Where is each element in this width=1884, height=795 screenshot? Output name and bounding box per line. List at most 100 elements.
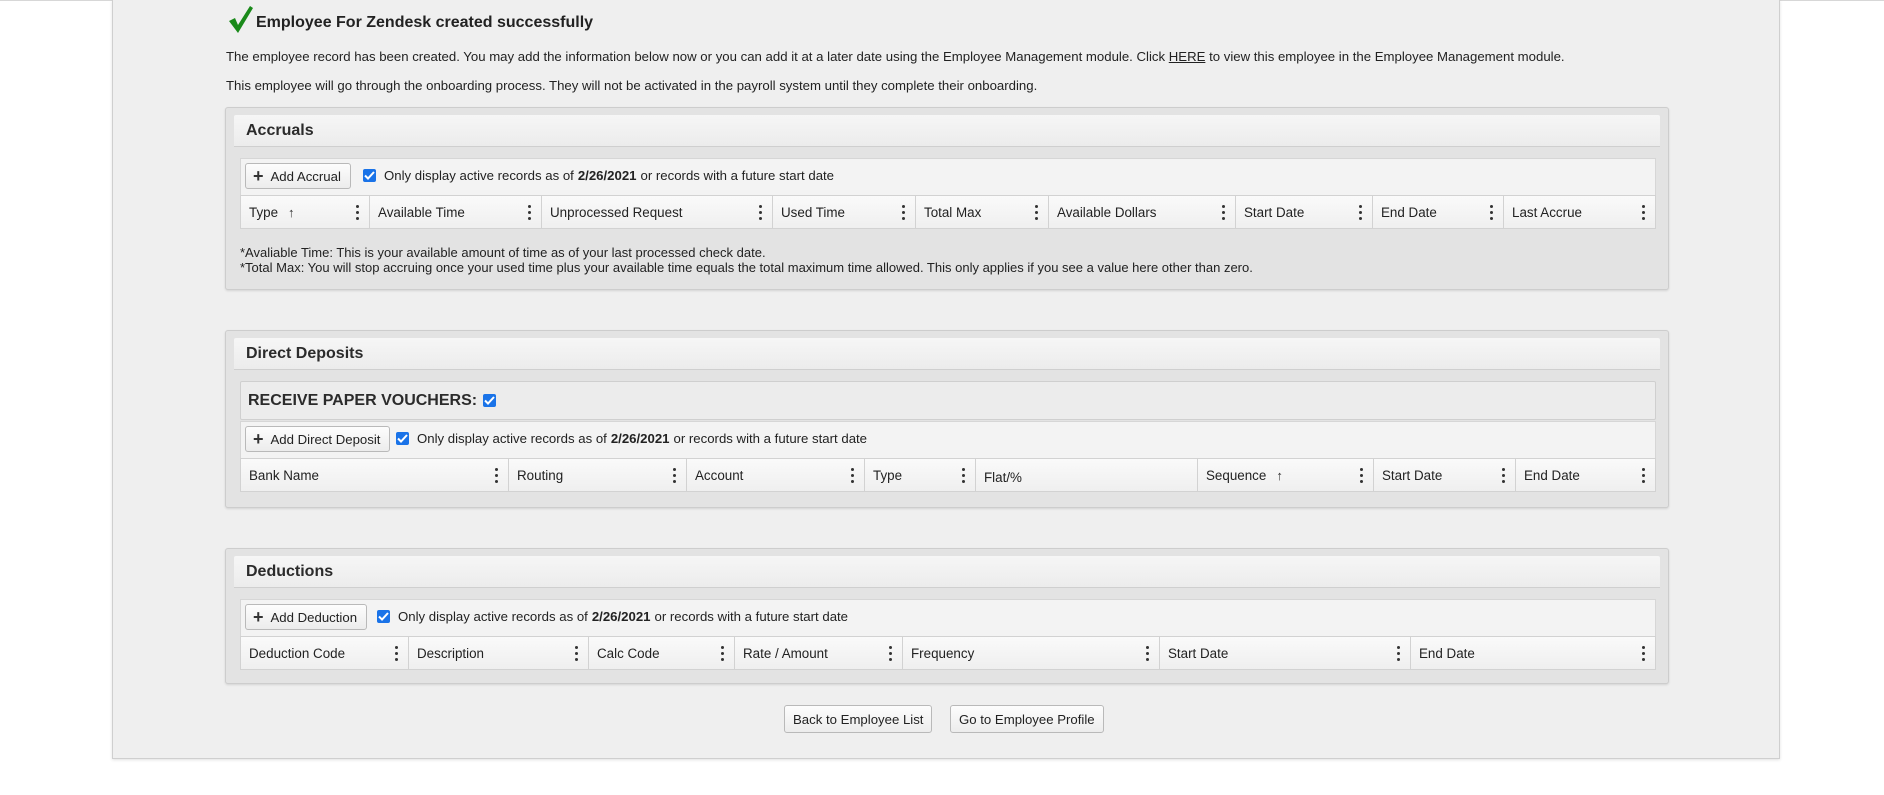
available-time-note: *Avaliable Time: This is your available …	[240, 245, 766, 260]
back-to-employee-list-button[interactable]: Back to Employee List	[784, 705, 933, 733]
column-header-available-time[interactable]: Available Time	[370, 196, 542, 228]
accruals-toolbar: + Add Accrual Only display active record…	[240, 158, 1656, 196]
go-to-employee-profile-button[interactable]: Go to Employee Profile	[950, 705, 1104, 733]
deductions-toolbar: + Add Deduction Only display active reco…	[240, 599, 1656, 637]
checkmark-icon	[229, 6, 253, 33]
kebab-menu-icon[interactable]	[673, 468, 677, 483]
accruals-section: Accruals + Add Accrual Only display acti…	[225, 107, 1669, 290]
column-header-type[interactable]: Type	[865, 459, 976, 491]
add-deduction-button[interactable]: + Add Deduction	[245, 604, 368, 630]
filter-suffix: or records with a future start date	[673, 431, 868, 446]
sort-ascending-icon: ↑	[1276, 467, 1283, 483]
here-link[interactable]: HERE	[1169, 49, 1206, 64]
plus-icon: +	[253, 429, 264, 449]
deductions-title: Deductions	[246, 563, 334, 580]
filter-prefix: Only display active records as of	[398, 609, 588, 624]
column-header-end-date[interactable]: End Date	[1411, 637, 1655, 669]
direct-deposits-section: Direct Deposits RECEIVE PAPER VOUCHERS: …	[225, 330, 1669, 508]
add-accrual-button[interactable]: + Add Accrual	[245, 163, 351, 189]
total-max-note: *Total Max: You will stop accruing once …	[240, 260, 1253, 275]
kebab-menu-icon[interactable]	[889, 646, 893, 661]
column-header-deduction-code[interactable]: Deduction Code	[241, 637, 409, 669]
column-header-calc-code[interactable]: Calc Code	[589, 637, 735, 669]
onboarding-info-text: This employee will go through the onboar…	[226, 78, 1038, 93]
accruals-title: Accruals	[246, 122, 314, 139]
paper-vouchers-label: RECEIVE PAPER VOUCHERS:	[248, 391, 478, 409]
success-message: Employee For Zendesk created successfull…	[226, 4, 593, 34]
add-deduction-label: Add Deduction	[270, 609, 358, 625]
filter-prefix: Only display active records as of	[384, 168, 574, 183]
sort-ascending-icon: ↑	[288, 204, 295, 220]
column-header-account[interactable]: Account	[687, 459, 865, 491]
created-info-suffix: to view this employee in the Employee Ma…	[1209, 49, 1565, 64]
column-header-used-time[interactable]: Used Time	[773, 196, 916, 228]
kebab-menu-icon[interactable]	[1502, 468, 1506, 483]
column-header-rate-amount[interactable]: Rate / Amount	[735, 637, 903, 669]
kebab-menu-icon[interactable]	[1397, 646, 1401, 661]
column-header-frequency[interactable]: Frequency	[903, 637, 1160, 669]
kebab-menu-icon[interactable]	[356, 205, 360, 220]
deductions-active-filter: Only display active records as of 2/26/2…	[377, 609, 848, 624]
filter-prefix: Only display active records as of	[417, 431, 607, 446]
direct-deposits-active-filter: Only display active records as of 2/26/2…	[396, 431, 867, 446]
kebab-menu-icon[interactable]	[395, 646, 399, 661]
filter-date: 2/26/2021	[591, 609, 651, 624]
direct-deposits-active-checkbox[interactable]	[396, 432, 409, 445]
kebab-menu-icon[interactable]	[575, 646, 579, 661]
filter-suffix: or records with a future start date	[640, 168, 835, 183]
column-header-routing[interactable]: Routing	[509, 459, 687, 491]
accruals-active-checkbox[interactable]	[363, 169, 376, 182]
add-direct-deposit-label: Add Direct Deposit	[270, 431, 381, 447]
created-info-prefix: The employee record has been created. Yo…	[226, 49, 1166, 64]
kebab-menu-icon[interactable]	[902, 205, 906, 220]
direct-deposits-toolbar: + Add Direct Deposit Only display active…	[240, 421, 1656, 459]
kebab-menu-icon[interactable]	[1222, 205, 1226, 220]
column-header-end-date[interactable]: End Date	[1373, 196, 1504, 228]
column-header-end-date[interactable]: End Date	[1516, 459, 1655, 491]
accruals-active-filter: Only display active records as of 2/26/2…	[363, 168, 834, 183]
column-header-start-date[interactable]: Start Date	[1236, 196, 1373, 228]
deductions-section: Deductions + Add Deduction Only display …	[225, 548, 1669, 684]
accruals-header: Accruals	[234, 115, 1660, 147]
kebab-menu-icon[interactable]	[1146, 646, 1150, 661]
plus-icon: +	[253, 607, 264, 627]
direct-deposits-header: Direct Deposits	[234, 338, 1660, 370]
column-header-available-dollars[interactable]: Available Dollars	[1049, 196, 1236, 228]
kebab-menu-icon[interactable]	[1359, 205, 1363, 220]
column-header-flat-percent[interactable]: Flat/%	[976, 459, 1198, 491]
kebab-menu-icon[interactable]	[1642, 646, 1646, 661]
column-header-type[interactable]: Type ↑	[241, 196, 370, 228]
kebab-menu-icon[interactable]	[1490, 205, 1494, 220]
accruals-grid-header: Type ↑ Available Time Unprocessed Reques…	[240, 195, 1656, 229]
direct-deposits-title: Direct Deposits	[246, 345, 364, 362]
paper-vouchers-checkbox[interactable]	[483, 394, 497, 407]
deductions-grid-header: Deduction Code Description Calc Code Rat…	[240, 636, 1656, 670]
kebab-menu-icon[interactable]	[528, 205, 532, 220]
filter-date: 2/26/2021	[610, 431, 670, 446]
column-header-start-date[interactable]: Start Date	[1160, 637, 1411, 669]
column-header-total-max[interactable]: Total Max	[916, 196, 1049, 228]
kebab-menu-icon[interactable]	[495, 468, 499, 483]
column-header-sequence[interactable]: Sequence ↑	[1198, 459, 1374, 491]
paper-vouchers-bar: RECEIVE PAPER VOUCHERS:	[240, 381, 1656, 420]
add-direct-deposit-button[interactable]: + Add Direct Deposit	[245, 426, 391, 452]
deductions-header: Deductions	[234, 556, 1660, 588]
kebab-menu-icon[interactable]	[759, 205, 763, 220]
column-header-last-accrue[interactable]: Last Accrue	[1504, 196, 1655, 228]
kebab-menu-icon[interactable]	[1642, 468, 1646, 483]
deductions-active-checkbox[interactable]	[377, 610, 390, 623]
kebab-menu-icon[interactable]	[962, 468, 966, 483]
kebab-menu-icon[interactable]	[1642, 205, 1646, 220]
kebab-menu-icon[interactable]	[1035, 205, 1039, 220]
success-title: Employee For Zendesk created successfull…	[256, 14, 594, 31]
created-info-text: The employee record has been created. Yo…	[226, 49, 1565, 64]
kebab-menu-icon[interactable]	[1360, 468, 1364, 483]
column-header-start-date[interactable]: Start Date	[1374, 459, 1516, 491]
kebab-menu-icon[interactable]	[851, 468, 855, 483]
add-accrual-label: Add Accrual	[270, 168, 341, 184]
column-header-unprocessed-request[interactable]: Unprocessed Request	[542, 196, 773, 228]
column-header-description[interactable]: Description	[409, 637, 589, 669]
filter-date: 2/26/2021	[577, 168, 637, 183]
kebab-menu-icon[interactable]	[721, 646, 725, 661]
column-header-bank-name[interactable]: Bank Name	[241, 459, 509, 491]
